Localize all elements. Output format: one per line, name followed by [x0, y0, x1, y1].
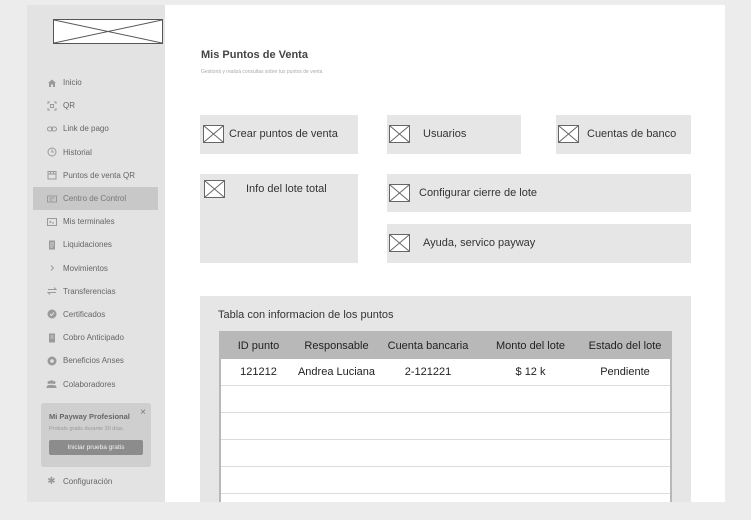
- gear-icon: ✱: [47, 476, 56, 487]
- start-trial-button[interactable]: Iniciar prueba gratis: [49, 440, 143, 455]
- sidebar-item-label: QR: [63, 101, 75, 111]
- image-placeholder-icon: [389, 125, 410, 143]
- image-placeholder-icon: [389, 184, 410, 202]
- card-label: Usuarios: [423, 128, 467, 140]
- chevron-right-icon: [46, 263, 57, 274]
- sidebar-item-configuracion[interactable]: ✱ Configuración: [46, 476, 112, 487]
- image-placeholder-icon: [203, 125, 224, 143]
- close-icon[interactable]: ×: [140, 407, 146, 418]
- sidebar-item-qr[interactable]: QR: [27, 94, 165, 117]
- sidebar-item-link-de-pago[interactable]: Link de pago: [27, 117, 165, 140]
- table-row-empty: [221, 413, 670, 440]
- sidebar-item-cobro-anticipado[interactable]: Cobro Anticipado: [27, 326, 165, 349]
- cuentas-de-banco-card[interactable]: Cuentas de banco: [556, 115, 691, 154]
- table-cell: $ 12 k: [515, 366, 546, 378]
- history-icon: [46, 147, 57, 158]
- promo-subtitle: Probalo gratis durante 30 días.: [49, 426, 125, 432]
- column-header[interactable]: Cuenta bancaria: [377, 340, 479, 352]
- people-icon: [46, 379, 57, 390]
- sidebar-item-puntos-de-venta-qr[interactable]: Puntos de venta QR: [27, 164, 165, 187]
- sidebar-item-transferencias[interactable]: Transferencias: [27, 280, 165, 303]
- page-subtitle: Gestioná y realizá consultas sobre tus p…: [201, 69, 323, 75]
- sidebar-item-label: Colaboradores: [63, 379, 116, 389]
- column-header[interactable]: ID punto: [221, 340, 296, 352]
- table-title: Tabla con informacion de los puntos: [218, 309, 394, 321]
- logo-placeholder: [53, 19, 163, 44]
- sidebar-item-label: Mis terminales: [63, 217, 115, 227]
- store-icon: [46, 170, 57, 181]
- image-placeholder-icon: [389, 234, 410, 252]
- card-label: Crear puntos de venta: [229, 128, 338, 140]
- sidebar-item-beneficios-anses[interactable]: Beneficios Anses: [27, 349, 165, 372]
- control-icon: [46, 193, 57, 204]
- sidebar-item-label: Link de pago: [63, 124, 109, 134]
- sidebar-item-label: Certificados: [63, 309, 106, 319]
- card-label: Cuentas de banco: [587, 128, 677, 140]
- sidebar-nav: Inicio QR Link de pago Historial Puntos …: [27, 71, 165, 396]
- image-placeholder-icon: [204, 180, 225, 198]
- table-cell: Andrea Luciana: [297, 366, 376, 378]
- card-label: Ayuda, servico payway: [423, 237, 536, 249]
- sidebar-item-label: Centro de Control: [63, 194, 127, 204]
- sidebar-item-historial[interactable]: Historial: [27, 141, 165, 164]
- column-header[interactable]: Responsable: [296, 340, 377, 352]
- terminal-icon: [46, 216, 57, 227]
- sidebar-item-inicio[interactable]: Inicio: [27, 71, 165, 94]
- sidebar-item-label: Liquidaciones: [63, 240, 112, 250]
- info-lote-card[interactable]: Info del lote total: [200, 174, 358, 263]
- sidebar-item-liquidaciones[interactable]: Liquidaciones: [27, 233, 165, 256]
- table-header: ID punto Responsable Cuenta bancaria Mon…: [221, 333, 670, 359]
- image-placeholder-icon: [558, 125, 579, 143]
- link-icon: [46, 123, 57, 134]
- transfer-icon: [46, 286, 57, 297]
- table-row-empty: [221, 386, 670, 413]
- points-table: ID punto Responsable Cuenta bancaria Mon…: [219, 331, 672, 502]
- document-icon: [46, 239, 57, 250]
- app-frame: Inicio QR Link de pago Historial Puntos …: [27, 5, 725, 502]
- sidebar: Inicio QR Link de pago Historial Puntos …: [27, 5, 165, 502]
- sidebar-item-colaboradores[interactable]: Colaboradores: [27, 372, 165, 395]
- sidebar-item-certificados[interactable]: Certificados: [27, 303, 165, 326]
- table-row-empty: [221, 467, 670, 494]
- column-header[interactable]: Monto del lote: [479, 340, 582, 352]
- sidebar-item-label: Puntos de venta QR: [63, 170, 136, 180]
- table-cell: 121212: [240, 366, 277, 378]
- sidebar-item-label: Transferencias: [63, 286, 116, 296]
- sidebar-item-label: Cobro Anticipado: [63, 333, 124, 343]
- ayuda-card[interactable]: Ayuda, servico payway: [387, 224, 691, 263]
- sidebar-item-centro-de-control[interactable]: Centro de Control: [33, 186, 158, 211]
- promo-title: Mi Payway Profesional: [49, 412, 130, 421]
- table-row[interactable]: 121212 Andrea Luciana 2-121221 $ 12 k Pe…: [221, 359, 670, 386]
- sidebar-item-label: Configuración: [63, 477, 113, 486]
- sidebar-item-label: Movimientos: [63, 263, 108, 273]
- sidebar-item-mis-terminales[interactable]: Mis terminales: [27, 210, 165, 233]
- points-table-panel: Tabla con informacion de los puntos ID p…: [200, 296, 691, 502]
- table-cell: Pendiente: [600, 366, 650, 378]
- table-cell: 2-121221: [404, 366, 452, 378]
- gift-icon: [46, 355, 57, 366]
- configurar-cierre-card[interactable]: Configurar cierre de lote: [387, 174, 691, 212]
- receipt-icon: [46, 332, 57, 343]
- sidebar-item-label: Inicio: [63, 78, 82, 88]
- promo-card: Mi Payway Profesional × Probalo gratis d…: [41, 403, 151, 467]
- qr-icon: [46, 100, 57, 111]
- home-icon: [46, 77, 57, 88]
- usuarios-card[interactable]: Usuarios: [387, 115, 521, 154]
- column-header[interactable]: Estado del lote: [582, 340, 668, 352]
- card-label: Info del lote total: [246, 183, 327, 195]
- sidebar-item-label: Beneficios Anses: [63, 356, 124, 366]
- page-title: Mis Puntos de Venta: [201, 49, 308, 61]
- check-circle-icon: [46, 309, 57, 320]
- table-row-empty: [221, 440, 670, 467]
- card-label: Configurar cierre de lote: [419, 187, 538, 199]
- sidebar-item-label: Historial: [63, 147, 92, 157]
- crear-puntos-card[interactable]: Crear puntos de venta: [200, 115, 358, 154]
- sidebar-item-movimientos[interactable]: Movimientos: [27, 257, 165, 280]
